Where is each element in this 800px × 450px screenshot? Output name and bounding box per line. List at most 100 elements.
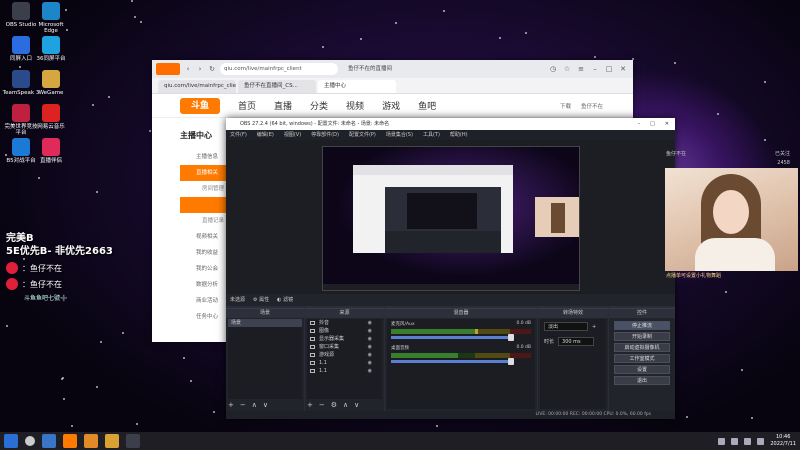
eye-icon[interactable]: ◉ xyxy=(368,327,372,335)
maximize-icon[interactable]: □ xyxy=(605,65,613,73)
obs-preview-canvas[interactable] xyxy=(322,146,580,291)
control-button[interactable]: 工作室模式 xyxy=(614,354,670,363)
site-nav-item[interactable]: 分类 xyxy=(310,99,328,112)
control-button[interactable]: 启动虚拟摄像机 xyxy=(614,343,670,352)
obs-menu-item[interactable]: 工具(T) xyxy=(423,130,440,140)
eye-icon[interactable]: ◉ xyxy=(368,351,372,359)
folder-icon[interactable] xyxy=(105,434,119,448)
windows-start-icon[interactable] xyxy=(4,434,18,448)
search-icon[interactable] xyxy=(25,436,35,446)
obs-window[interactable]: OBS 27.2.4 (64 bit, windows) - 配置文件: 未命名… xyxy=(226,118,675,419)
follow-button[interactable]: 已关注 xyxy=(775,150,790,157)
site-nav-right-item[interactable]: 下载 xyxy=(560,102,571,110)
control-button[interactable]: 开始录制 xyxy=(614,332,670,341)
source-item[interactable]: 1.1 ◉ xyxy=(307,359,382,367)
eye-icon[interactable]: ◉ xyxy=(368,319,372,327)
add-icon[interactable]: + xyxy=(592,324,596,330)
network-icon[interactable] xyxy=(744,437,752,445)
tray-icon[interactable] xyxy=(718,437,726,445)
obs-menu-item[interactable]: 配置文件(P) xyxy=(349,130,376,140)
minimize-icon[interactable]: – xyxy=(638,118,641,130)
mixer-channel-header: 麦克风/Aux 0.0 dB xyxy=(391,321,531,327)
site-nav-item[interactable]: 游戏 xyxy=(382,99,400,112)
minimize-icon[interactable]: – xyxy=(591,65,599,73)
site-nav-item[interactable]: 鱼吧 xyxy=(418,99,436,112)
star xyxy=(764,81,766,83)
obs-menu-item[interactable]: 帮助(H) xyxy=(450,130,468,140)
obs-menu-item[interactable]: 停靠部件(D) xyxy=(311,130,339,140)
obs-icon[interactable] xyxy=(126,434,140,448)
desktop-shortcut[interactable]: 36同屏平台 xyxy=(32,36,70,62)
source-item[interactable]: 游戏源 ◉ xyxy=(307,351,382,359)
scene-item[interactable]: 场景 xyxy=(228,319,302,327)
douyu-icon[interactable] xyxy=(63,434,77,448)
add-icon[interactable]: + xyxy=(228,401,234,409)
site-nav-right-item[interactable]: 鱼仔不在 xyxy=(581,102,603,110)
browser-tab[interactable]: qiu.com/live/mainfrpc_client xyxy=(158,80,236,93)
browser-tab[interactable]: 鱼仔不在直播间_CS... xyxy=(238,80,316,93)
up-icon[interactable]: ∧ xyxy=(252,401,257,409)
close-icon[interactable]: ✕ xyxy=(619,65,627,73)
controls-list: 停止推流开始录制启动虚拟摄像机 工作室模式设置退出 xyxy=(611,319,673,409)
app-icon[interactable] xyxy=(84,434,98,448)
gear-icon[interactable]: ⚙ xyxy=(331,401,337,409)
maximize-icon[interactable]: □ xyxy=(650,118,655,130)
source-item[interactable]: 1.1 ◉ xyxy=(307,367,382,375)
obs-menu-item[interactable]: 编辑(E) xyxy=(257,130,274,140)
history-icon[interactable]: ◷ xyxy=(549,65,557,73)
obs-menu-item[interactable]: 场景集合(S) xyxy=(386,130,413,140)
up-icon[interactable]: ∧ xyxy=(343,401,348,409)
volume-fader[interactable] xyxy=(391,358,515,365)
page-title-tab[interactable]: 鱼仔不在的直播间 xyxy=(342,62,398,76)
clock[interactable]: 10:46 2022/7/11 xyxy=(770,434,796,448)
star xyxy=(725,291,727,293)
properties-button[interactable]: ⚙ 属性 xyxy=(253,294,269,306)
remove-icon[interactable]: − xyxy=(319,401,325,409)
desktop-shortcut[interactable]: WeGame xyxy=(32,70,70,96)
control-button[interactable]: 停止推流 xyxy=(614,321,670,330)
desktop-shortcut[interactable]: 直播伴侣 xyxy=(32,138,70,164)
desktop-shortcut[interactable]: Microsoft Edge xyxy=(32,2,70,35)
forward-icon[interactable]: › xyxy=(196,65,204,73)
site-nav-item[interactable]: 视频 xyxy=(346,99,364,112)
obs-menu-item[interactable]: 文件(F) xyxy=(230,130,247,140)
clock-date: 2022/7/11 xyxy=(770,441,796,447)
close-icon[interactable]: ✕ xyxy=(665,118,669,130)
site-nav-item[interactable]: 首页 xyxy=(238,99,256,112)
transition-type-select[interactable]: 淡出 xyxy=(544,322,588,331)
source-item[interactable]: 窗口采集 ◉ xyxy=(307,343,382,351)
refresh-icon[interactable]: ↻ xyxy=(208,65,216,73)
browser-tab[interactable]: 主播中心 xyxy=(318,80,396,93)
address-bar[interactable]: qiu.com/live/mainfrpc_client xyxy=(220,63,338,75)
source-item[interactable]: 图像 ◉ xyxy=(307,327,382,335)
down-icon[interactable]: ∨ xyxy=(354,401,359,409)
site-nav-item[interactable]: 直播 xyxy=(274,99,292,112)
controls-dock-title: 控件 xyxy=(609,309,675,318)
eye-icon[interactable]: ◉ xyxy=(368,335,372,343)
overlay-weibo-text: ：鱼仔不在 xyxy=(22,263,62,273)
down-icon[interactable]: ∨ xyxy=(263,401,268,409)
volume-fader[interactable] xyxy=(391,334,515,341)
steam-icon[interactable] xyxy=(42,434,56,448)
control-button[interactable]: 设置 xyxy=(614,365,670,374)
source-item[interactable]: 抖音 ◉ xyxy=(307,319,382,327)
eye-icon[interactable]: ◉ xyxy=(368,367,372,375)
source-item[interactable]: 显示器采集 ◉ xyxy=(307,335,382,343)
star xyxy=(686,416,688,418)
star-icon[interactable]: ☆ xyxy=(563,65,571,73)
eye-icon[interactable]: ◉ xyxy=(368,359,372,367)
tray-icon[interactable] xyxy=(731,437,739,445)
eye-icon[interactable]: ◉ xyxy=(368,343,372,351)
back-icon[interactable]: ‹ xyxy=(184,65,192,73)
obs-menubar: 文件(F) 编辑(E) 视图(V) 停靠部件(D) 配置文件(P) 场景集合(S) 工具(T… xyxy=(226,130,675,140)
menu-icon[interactable]: ≡ xyxy=(577,65,585,73)
duration-input[interactable]: 300 ms xyxy=(558,337,595,346)
remove-icon[interactable]: − xyxy=(240,401,246,409)
control-button[interactable]: 退出 xyxy=(614,376,670,385)
obs-menu-item[interactable]: 视图(V) xyxy=(284,130,301,140)
site-logo[interactable]: 斗鱼 xyxy=(180,97,220,114)
add-icon[interactable]: + xyxy=(307,401,313,409)
desktop-shortcut[interactable]: 网易云音乐 xyxy=(32,104,70,130)
filters-button[interactable]: ◐ 滤镜 xyxy=(277,294,293,306)
volume-icon[interactable] xyxy=(757,437,765,445)
